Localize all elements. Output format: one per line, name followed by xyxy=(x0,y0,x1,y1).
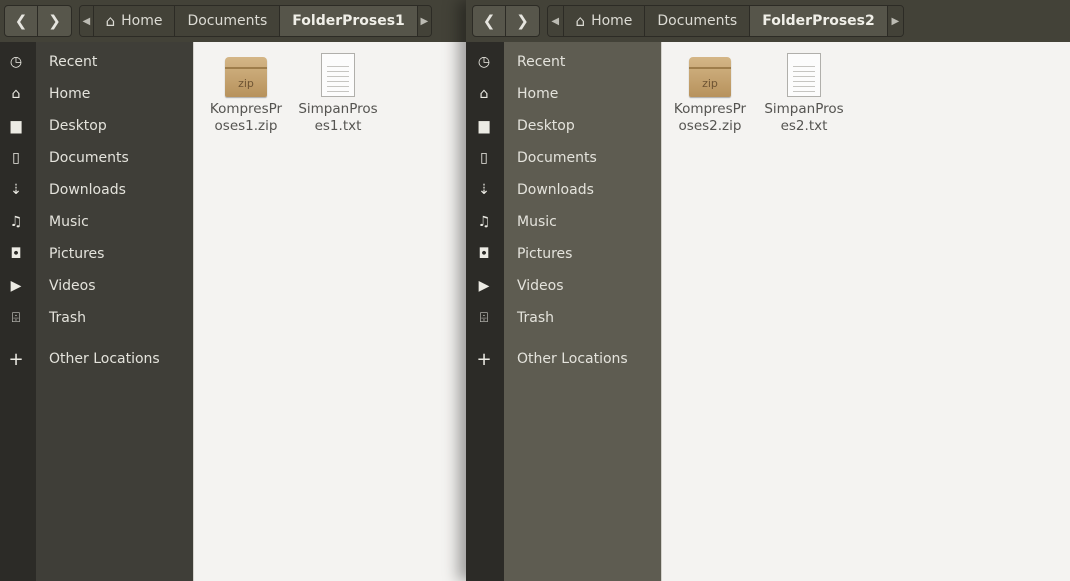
file-name: SimpanProses2.txt xyxy=(764,101,844,134)
sidebar-item-videos[interactable]: ▶ Videos xyxy=(11,272,96,300)
sidebar-item-videos[interactable]: ▶ Videos xyxy=(479,272,564,300)
sidebar-item-documents[interactable]: ▯ Documents xyxy=(480,144,597,172)
document-icon: ▯ xyxy=(12,150,20,166)
sidebar-item-trash[interactable]: ⌹ Trash xyxy=(480,304,554,332)
video-icon: ▶ xyxy=(10,278,22,294)
plus-icon: + xyxy=(476,348,492,370)
document-icon: ▯ xyxy=(480,150,488,166)
camera-icon: ◘ xyxy=(10,246,22,262)
breadcrumb: ◀ ⌂ Home Documents FolderProses1 ▶ xyxy=(79,5,432,37)
sidebar-item-music[interactable]: ♫ Music xyxy=(10,208,89,236)
download-icon: ⇣ xyxy=(10,182,22,198)
sidebar-item-desktop[interactable]: ▆ Desktop xyxy=(479,112,575,140)
zip-archive-icon: zip xyxy=(225,57,267,97)
breadcrumb-documents[interactable]: Documents xyxy=(175,6,281,36)
sidebar-item-pictures[interactable]: ◘ Pictures xyxy=(10,240,104,268)
clock-icon: ◷ xyxy=(9,54,23,70)
text-file-icon xyxy=(787,53,821,97)
triangle-left-icon: ◀ xyxy=(551,15,560,27)
sidebar-item-home[interactable]: ⌂ Home xyxy=(12,80,91,108)
sidebar: ◷ Recent ⌂ Home ▆ Desktop ▯ Documents ⇣ Downl… xyxy=(476,42,661,581)
triangle-right-icon: ▶ xyxy=(420,15,429,27)
file-manager-window-2: ❮ ❯ ◀ ⌂ Home Documents FolderProses2 ▶ ◷ R… xyxy=(466,0,1070,581)
sidebar-item-trash[interactable]: ⌹ Trash xyxy=(12,304,86,332)
folder-icon: ▆ xyxy=(478,118,490,134)
home-icon: ⌂ xyxy=(105,12,116,30)
breadcrumb-scroll-left[interactable]: ◀ xyxy=(548,6,564,36)
sidebar: ◷ Recent ⌂ Home ▆ Desktop ▯ Documents ⇣ Downl… xyxy=(8,42,193,581)
breadcrumb-scroll-left[interactable]: ◀ xyxy=(80,6,94,36)
sidebar-item-downloads[interactable]: ⇣ Downloads xyxy=(10,176,126,204)
chevron-left-icon: ❮ xyxy=(14,12,28,30)
folder-icon: ▆ xyxy=(10,118,22,134)
video-icon: ▶ xyxy=(478,278,490,294)
camera-icon: ◘ xyxy=(478,246,490,262)
file-name: SimpanProses1.txt xyxy=(298,101,378,134)
file-name: KompresProses2.zip xyxy=(673,101,747,134)
home-icon: ⌂ xyxy=(479,86,489,102)
sidebar-item-pictures[interactable]: ◘ Pictures xyxy=(478,240,572,268)
file-item-zip[interactable]: zip KompresProses1.zip xyxy=(206,50,286,135)
sidebar-item-recent[interactable]: ◷ Recent xyxy=(10,48,98,76)
file-item-zip[interactable]: zip KompresProses2.zip xyxy=(670,50,750,135)
breadcrumb-current-folder[interactable]: FolderProses2 xyxy=(750,6,888,36)
file-view[interactable]: zip KompresProses2.zip SimpanProses2.txt xyxy=(661,42,1070,581)
zip-archive-icon: zip xyxy=(689,57,731,97)
sidebar-item-desktop[interactable]: ▆ Desktop xyxy=(11,112,107,140)
file-item-txt[interactable]: SimpanProses1.txt xyxy=(298,50,378,135)
chevron-right-icon: ❯ xyxy=(48,12,61,30)
back-button[interactable]: ❮ xyxy=(4,5,38,37)
breadcrumb: ◀ ⌂ Home Documents FolderProses2 ▶ xyxy=(547,5,904,37)
file-manager-window-1: ❮ ❯ ◀ ⌂ Home Documents FolderProses1 ▶ ◷ R… xyxy=(0,0,466,581)
file-view[interactable]: zip KompresProses1.zip SimpanProses1.txt xyxy=(193,42,466,581)
sidebar-item-downloads[interactable]: ⇣ Downloads xyxy=(478,176,594,204)
sidebar-item-home[interactable]: ⌂ Home xyxy=(480,80,559,108)
forward-button[interactable]: ❯ xyxy=(38,5,72,37)
home-icon: ⌂ xyxy=(11,86,21,102)
breadcrumb-documents[interactable]: Documents xyxy=(645,6,751,36)
breadcrumb-current-folder[interactable]: FolderProses1 xyxy=(280,6,418,36)
trash-icon: ⌹ xyxy=(479,310,489,326)
sidebar-item-documents[interactable]: ▯ Documents xyxy=(12,144,129,172)
clock-icon: ◷ xyxy=(477,54,491,70)
header-bar: ❮ ❯ ◀ ⌂ Home Documents FolderProses2 ▶ xyxy=(466,0,1070,42)
sidebar-item-other-locations[interactable]: + Other Locations xyxy=(8,345,159,373)
trash-icon: ⌹ xyxy=(11,310,21,326)
breadcrumb-home[interactable]: ⌂ Home xyxy=(563,6,646,36)
music-icon: ♫ xyxy=(9,214,23,230)
home-icon: ⌂ xyxy=(575,12,586,30)
chevron-left-icon: ❮ xyxy=(482,12,496,30)
download-icon: ⇣ xyxy=(478,182,490,198)
forward-button[interactable]: ❯ xyxy=(506,5,540,37)
triangle-right-icon: ▶ xyxy=(891,15,900,27)
plus-icon: + xyxy=(8,348,24,370)
back-button[interactable]: ❮ xyxy=(472,5,506,37)
triangle-left-icon: ◀ xyxy=(82,15,91,27)
sidebar-item-other-locations[interactable]: + Other Locations xyxy=(476,345,627,373)
sidebar-item-music[interactable]: ♫ Music xyxy=(478,208,557,236)
file-name: KompresProses1.zip xyxy=(209,101,283,134)
breadcrumb-scroll-right[interactable]: ▶ xyxy=(887,6,903,36)
breadcrumb-scroll-right[interactable]: ▶ xyxy=(417,6,431,36)
breadcrumb-home[interactable]: ⌂ Home xyxy=(93,6,176,36)
text-file-icon xyxy=(321,53,355,97)
file-item-txt[interactable]: SimpanProses2.txt xyxy=(764,50,844,135)
music-icon: ♫ xyxy=(477,214,491,230)
chevron-right-icon: ❯ xyxy=(516,12,529,30)
sidebar-item-recent[interactable]: ◷ Recent xyxy=(478,48,566,76)
header-bar: ❮ ❯ ◀ ⌂ Home Documents FolderProses1 ▶ xyxy=(0,0,466,42)
